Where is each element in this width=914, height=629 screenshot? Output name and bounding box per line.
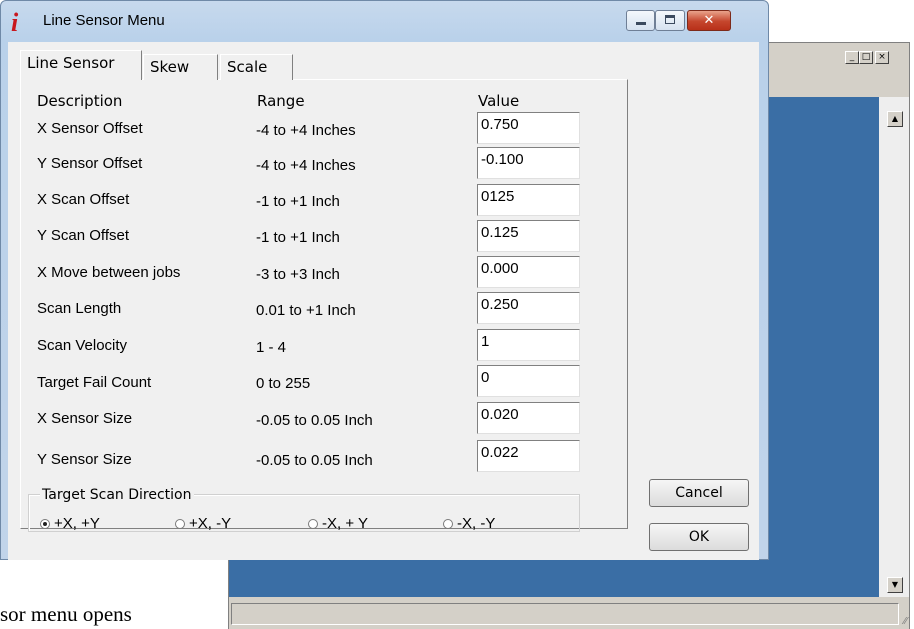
close-icon: ✕ bbox=[703, 13, 715, 28]
row-range: -4 to +4 Inches bbox=[256, 157, 356, 174]
radio-plus-x-minus-y[interactable]: +X, -Y bbox=[175, 515, 231, 532]
minimize-button[interactable] bbox=[626, 10, 655, 31]
radio-plus-x-plus-y[interactable]: +X, +Y bbox=[40, 515, 100, 532]
scroll-up-icon[interactable]: ▲ bbox=[887, 111, 903, 127]
row-description: Y Scan Offset bbox=[37, 227, 129, 244]
row-range: 0 to 255 bbox=[256, 375, 311, 392]
x-sensor-size-input[interactable]: 0.020 bbox=[477, 402, 580, 434]
row-range: -4 to +4 Inches bbox=[256, 122, 356, 139]
tab-skew[interactable]: Skew bbox=[143, 54, 218, 80]
close-button[interactable]: ✕ bbox=[687, 10, 731, 31]
radio-minus-x-plus-y[interactable]: -X, + Y bbox=[308, 515, 368, 532]
row-range: -0.05 to 0.05 Inch bbox=[256, 412, 373, 429]
value-header: Value bbox=[478, 92, 520, 110]
resize-grip-icon[interactable]: ⁄⁄ bbox=[904, 616, 907, 627]
y-sensor-size-input[interactable]: 0.022 bbox=[477, 440, 580, 472]
minimize-icon bbox=[636, 22, 646, 25]
status-panel bbox=[231, 603, 899, 625]
maximize-button[interactable] bbox=[655, 10, 685, 31]
x-sensor-offset-input[interactable]: 0.750 bbox=[477, 112, 580, 144]
tab-line-sensor[interactable]: Line Sensor bbox=[20, 50, 142, 80]
bg-close-button[interactable]: × bbox=[875, 51, 889, 64]
row-description: X Move between jobs bbox=[37, 264, 181, 281]
maximize-icon bbox=[665, 15, 675, 24]
row-range: -1 to +1 Inch bbox=[256, 229, 340, 246]
radio-label: +X, +Y bbox=[54, 515, 100, 532]
caption-text: sor menu opens bbox=[0, 602, 132, 626]
bg-maximize-button[interactable]: □ bbox=[859, 51, 873, 64]
bg-minimize-button[interactable]: _ bbox=[845, 51, 859, 64]
row-description: X Sensor Offset bbox=[37, 120, 143, 137]
row-range: 0.01 to +1 Inch bbox=[256, 302, 356, 319]
row-description: Y Sensor Size bbox=[37, 451, 132, 468]
y-scan-offset-input[interactable]: 0.125 bbox=[477, 220, 580, 252]
radio-minus-x-minus-y[interactable]: -X, -Y bbox=[443, 515, 495, 532]
scan-direction-label: Target Scan Direction bbox=[40, 487, 194, 503]
row-description: Y Sensor Offset bbox=[37, 155, 143, 172]
target-fail-count-input[interactable]: 0 bbox=[477, 365, 580, 397]
range-header: Range bbox=[257, 92, 305, 110]
scan-velocity-input[interactable]: 1 bbox=[477, 329, 580, 361]
vertical-scrollbar[interactable]: ▲ ▼ bbox=[879, 97, 909, 597]
status-bar: ⁄⁄ bbox=[229, 599, 909, 629]
radio-label: +X, -Y bbox=[189, 515, 232, 532]
title-bar: i Line Sensor Menu ✕ bbox=[1, 1, 768, 43]
scroll-down-icon[interactable]: ▼ bbox=[887, 577, 903, 593]
app-logo-icon: i bbox=[11, 8, 19, 37]
scan-length-input[interactable]: 0.250 bbox=[477, 292, 580, 324]
radio-unselected-icon bbox=[175, 519, 185, 530]
ok-button[interactable]: OK bbox=[649, 523, 749, 551]
x-move-between-jobs-input[interactable]: 0.000 bbox=[477, 256, 580, 288]
row-description: X Scan Offset bbox=[37, 191, 130, 208]
row-description: Scan Velocity bbox=[37, 337, 128, 354]
row-range: -0.05 to 0.05 Inch bbox=[256, 452, 373, 469]
tab-scale[interactable]: Scale bbox=[220, 54, 293, 80]
row-description: Scan Length bbox=[37, 300, 122, 317]
radio-label: -X, -Y bbox=[457, 515, 496, 532]
row-range: -1 to +1 Inch bbox=[256, 193, 340, 210]
description-header: Description bbox=[37, 92, 123, 110]
row-description: Target Fail Count bbox=[37, 374, 152, 391]
radio-unselected-icon bbox=[443, 519, 453, 530]
row-range: 1 - 4 bbox=[256, 339, 287, 356]
y-sensor-offset-input[interactable]: -0.100 bbox=[477, 147, 580, 179]
row-range: -3 to +3 Inch bbox=[256, 266, 340, 283]
radio-label: -X, + Y bbox=[322, 515, 368, 532]
radio-unselected-icon bbox=[308, 519, 318, 530]
row-description: X Sensor Size bbox=[37, 410, 133, 427]
radio-selected-icon bbox=[40, 519, 50, 530]
cancel-button[interactable]: Cancel bbox=[649, 479, 749, 507]
x-scan-offset-input[interactable]: 0125 bbox=[477, 184, 580, 216]
window-title: Line Sensor Menu bbox=[43, 12, 165, 29]
